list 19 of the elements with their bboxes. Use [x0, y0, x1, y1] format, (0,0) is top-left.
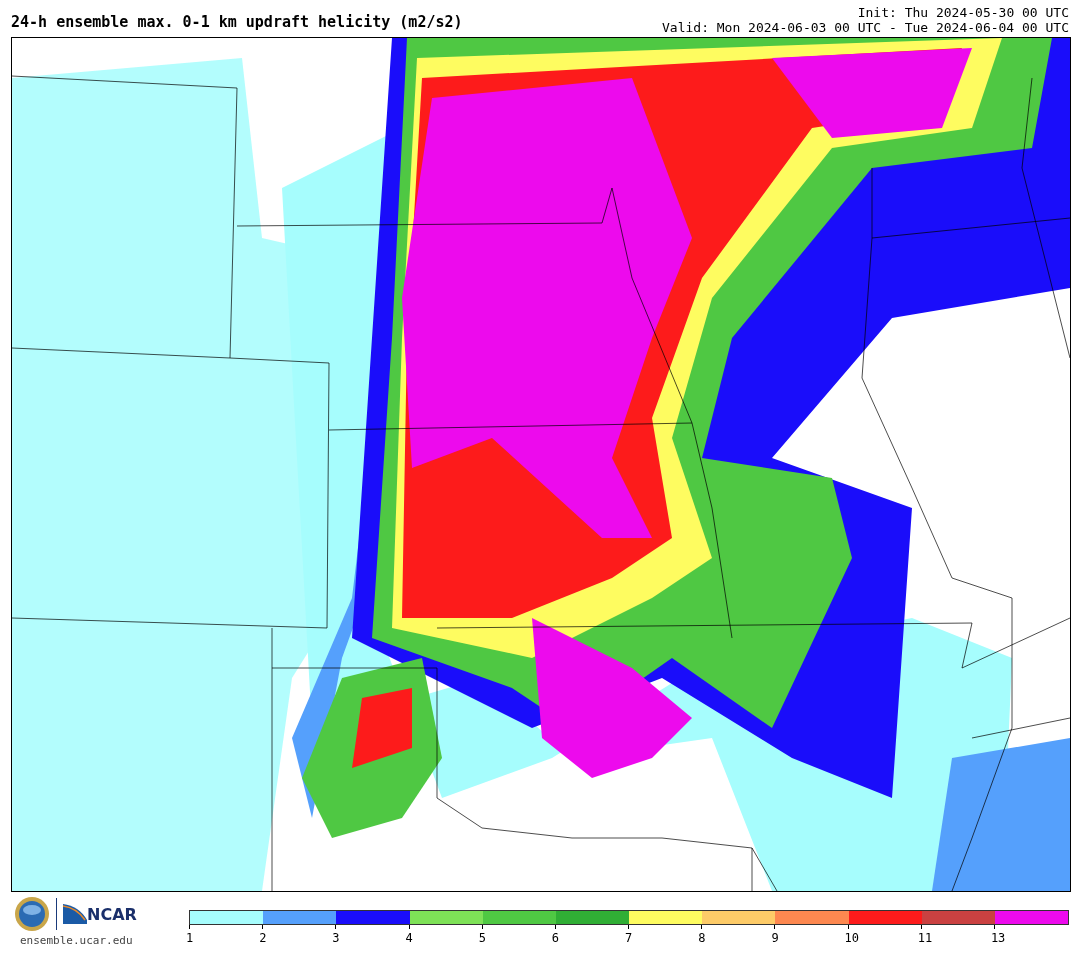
scale-label: 6	[551, 931, 560, 945]
scale-label: 10	[844, 931, 859, 945]
scale-label: 4	[405, 931, 413, 945]
logo-text: NCAR	[87, 905, 137, 924]
scale-label: 13	[990, 931, 1006, 945]
scale-label: 11	[917, 931, 933, 945]
scale-label: 7	[625, 931, 633, 945]
scale-label: 3	[332, 931, 340, 945]
init-time: Init: Thu 2024-05-30 00 UTC	[857, 5, 1069, 20]
site-url: ensemble.ucar.edu	[20, 934, 133, 947]
scale-label: 5	[478, 931, 486, 945]
map-title: 24-h ensemble max. 0-1 km updraft helicity (m2/s2)	[11, 13, 463, 31]
scale-label: 2	[259, 931, 267, 945]
seal-icon	[14, 896, 50, 932]
scale-label: 9	[771, 931, 779, 945]
scale-label: 8	[698, 931, 706, 945]
scale-label: 1	[186, 931, 194, 945]
valid-time: Valid: Mon 2024-06-03 00 UTC - Tue 2024-06-04 00 UTC	[662, 20, 1069, 35]
wave-icon	[63, 904, 87, 924]
